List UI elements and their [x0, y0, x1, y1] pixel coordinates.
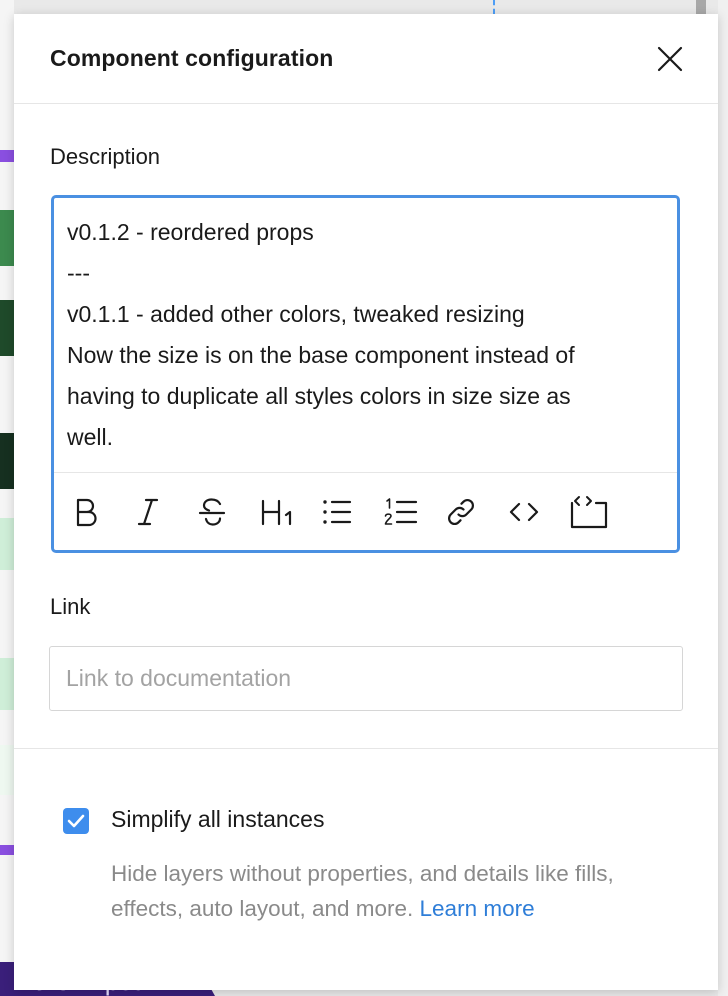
- canvas-swatch: [0, 300, 14, 356]
- description-line: v0.1.2 - reordered props: [67, 219, 314, 245]
- canvas-swatch: [0, 433, 14, 489]
- simplify-instances-label[interactable]: Simplify all instances: [111, 806, 324, 833]
- canvas-swatch: [0, 845, 14, 855]
- description-editor[interactable]: v0.1.2 - reordered props --- v0.1.1 - ad…: [51, 195, 680, 553]
- numbered-list-icon: [384, 497, 418, 525]
- italic-button[interactable]: [136, 490, 198, 534]
- canvas-swatch: [0, 210, 14, 266]
- description-label: Description: [50, 144, 161, 169]
- bold-button[interactable]: [74, 490, 136, 534]
- simplify-help-body: Hide layers without properties, and deta…: [111, 861, 614, 921]
- canvas-guide-line: [493, 0, 495, 14]
- documentation-link-input[interactable]: [49, 646, 683, 711]
- close-button[interactable]: [650, 39, 690, 79]
- panel-title: Component configuration: [50, 45, 334, 71]
- canvas-swatch: [0, 745, 14, 795]
- description-line: having to duplicate all styles colors in…: [67, 383, 571, 409]
- description-line: Now the size is on the base component in…: [67, 342, 575, 368]
- canvas-swatch: [0, 658, 14, 710]
- formatting-toolbar: [54, 472, 677, 550]
- bulleted-list-icon: [323, 499, 352, 524]
- simplify-instances-checkbox[interactable]: [63, 808, 89, 834]
- description-text[interactable]: v0.1.2 - reordered props --- v0.1.1 - ad…: [54, 198, 677, 472]
- section-divider: [14, 748, 718, 749]
- code-block-icon: [570, 495, 608, 528]
- learn-more-link[interactable]: Learn more: [420, 896, 535, 921]
- link-label: Link: [50, 594, 91, 619]
- code-button[interactable]: [508, 490, 570, 534]
- heading-1-button[interactable]: [260, 490, 322, 534]
- description-line: well.: [67, 424, 114, 450]
- close-icon: [657, 46, 683, 71]
- strikethrough-icon: [198, 497, 226, 526]
- component-configuration-panel: Component configuration Description v0.1…: [14, 14, 718, 990]
- strikethrough-button[interactable]: [198, 490, 260, 534]
- link-icon: [448, 498, 474, 525]
- bulleted-list-button[interactable]: [322, 490, 384, 534]
- canvas-right-edge: [718, 0, 728, 996]
- simplify-help-text: Hide layers without properties, and deta…: [111, 856, 691, 926]
- italic-icon: [137, 498, 159, 525]
- canvas-swatch: [0, 518, 14, 570]
- code-block-button[interactable]: [570, 490, 632, 534]
- description-line: ---: [67, 260, 90, 286]
- link-button[interactable]: [446, 490, 508, 534]
- panel-header: Component configuration: [14, 14, 718, 104]
- numbered-list-button[interactable]: [384, 490, 446, 534]
- heading-1-icon: [261, 499, 292, 525]
- canvas-swatch: [0, 150, 14, 162]
- description-line: v0.1.1 - added other colors, tweaked res…: [67, 301, 525, 327]
- bold-icon: [76, 498, 97, 526]
- checkmark-icon: [67, 814, 85, 828]
- code-icon: [509, 502, 539, 521]
